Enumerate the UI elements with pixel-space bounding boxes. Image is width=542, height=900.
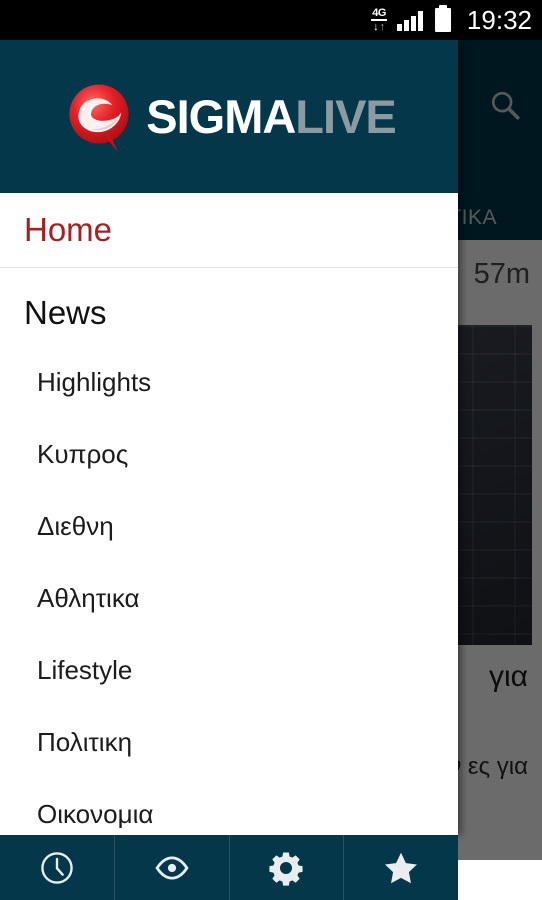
- status-icons: 4G ↓ ↑ 19:32: [371, 5, 532, 36]
- navigation-drawer: SIGMA LIVE Home News Highlights Κυπρος Δι…: [0, 40, 458, 835]
- drawer-menu: Home News Highlights Κυπρος Διεθνη Αθλητ…: [0, 193, 458, 835]
- menu-section-news-title: News: [24, 294, 107, 331]
- sidebar-item-label: Highlights: [37, 366, 152, 397]
- star-icon: [385, 852, 418, 883]
- sidebar-item-label: Πολιτικη: [37, 726, 133, 757]
- drawer-header: SIGMA LIVE: [0, 40, 458, 193]
- brand-wordmark: SIGMA LIVE: [146, 89, 397, 144]
- brand-logo: SIGMA LIVE: [62, 80, 397, 154]
- sidebar-item-kypros[interactable]: Κυπρος: [0, 418, 458, 490]
- data-down-arrow-icon: ↓: [373, 21, 379, 33]
- sidebar-item-oikonomia[interactable]: Οικονομια: [0, 778, 458, 835]
- gear-icon: [269, 851, 303, 886]
- toolbar-button-settings[interactable]: [230, 835, 345, 900]
- sidebar-item-athlitika[interactable]: Αθλητικα: [0, 562, 458, 634]
- sidebar-item-politiki[interactable]: Πολιτικη: [0, 706, 458, 778]
- signal-strength-icon: [396, 9, 423, 31]
- battery-icon: [434, 5, 451, 32]
- sidebar-item-highlights[interactable]: Highlights: [0, 346, 458, 418]
- brand-live: LIVE: [295, 90, 396, 143]
- bottom-toolbar: [0, 835, 458, 900]
- data-up-arrow-icon: ↑: [379, 21, 386, 33]
- status-bar-clock: 19:32: [466, 4, 532, 35]
- sidebar-item-label: Lifestyle: [37, 654, 133, 685]
- sidebar-item-lifestyle[interactable]: Lifestyle: [0, 634, 458, 706]
- status-bar: 4G ↓ ↑ 19:32: [0, 0, 542, 40]
- sigma-speech-bubble-logo-icon: [69, 83, 129, 153]
- news-category-list: Highlights Κυπρος Διεθνη Αθλητικα Lifest…: [0, 332, 458, 835]
- network-4g-indicator: 4G ↓ ↑: [371, 7, 387, 33]
- brand-sigma: SIGMA: [146, 90, 296, 143]
- eye-icon: [155, 855, 189, 880]
- sidebar-item-label: Κυπρος: [37, 438, 129, 469]
- toolbar-button-most-viewed[interactable]: [115, 835, 230, 900]
- network-type-label: 4G: [371, 7, 387, 21]
- sidebar-item-home[interactable]: Home: [0, 193, 458, 268]
- sidebar-item-label: Αθλητικα: [37, 582, 140, 613]
- sidebar-item-label: Διεθνη: [37, 510, 114, 541]
- toolbar-button-recent[interactable]: [0, 835, 115, 900]
- data-transfer-arrows: ↓ ↑: [373, 21, 386, 33]
- toolbar-button-favorites[interactable]: [344, 835, 458, 900]
- sidebar-item-label: Home: [24, 211, 113, 248]
- phone-screen: ΙΤΙΚΑ 57m για σεων ες για: [0, 0, 542, 900]
- sidebar-item-label: Οικονομια: [37, 798, 154, 829]
- clock-icon: [41, 851, 73, 884]
- sidebar-item-diethni[interactable]: Διεθνη: [0, 490, 458, 562]
